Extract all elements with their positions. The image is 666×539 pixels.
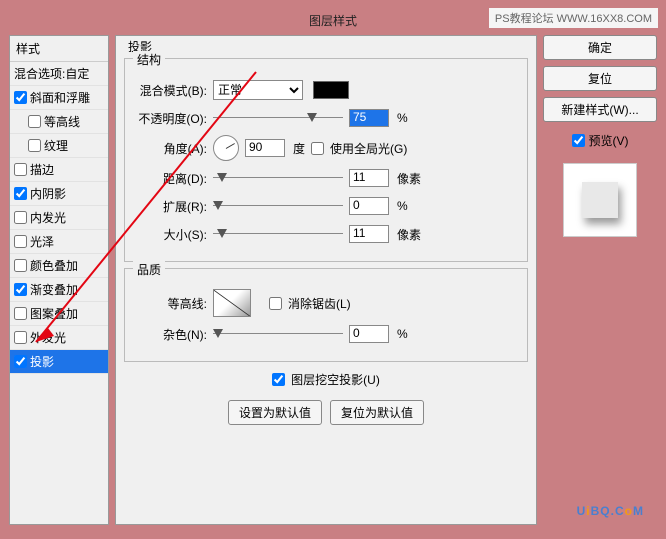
gradient-overlay-label: 渐变叠加 bbox=[30, 281, 78, 298]
noise-unit: % bbox=[397, 327, 408, 341]
opacity-unit: % bbox=[397, 111, 408, 125]
spread-slider[interactable] bbox=[213, 199, 343, 213]
texture-checkbox[interactable] bbox=[28, 139, 41, 152]
structure-title: 结构 bbox=[133, 51, 165, 68]
texture-label: 纹理 bbox=[44, 137, 68, 154]
blend-mode-label: 混合模式(B): bbox=[137, 82, 207, 99]
noise-input[interactable]: 0 bbox=[349, 325, 389, 343]
sidebar-item-drop-shadow[interactable]: 投影 bbox=[10, 350, 108, 374]
preview-checkbox[interactable] bbox=[572, 134, 585, 147]
size-label: 大小(S): bbox=[137, 226, 207, 243]
inner-shadow-label: 内阴影 bbox=[30, 185, 66, 202]
sidebar-item-inner-glow[interactable]: 内发光 bbox=[10, 206, 108, 230]
contour-q-label: 等高线: bbox=[137, 295, 207, 312]
distance-slider[interactable] bbox=[213, 171, 343, 185]
sidebar-item-texture[interactable]: 纹理 bbox=[10, 134, 108, 158]
antialias-label: 消除锯齿(L) bbox=[288, 295, 351, 312]
blend-mode-select[interactable]: 正常 bbox=[213, 80, 303, 100]
opacity-label: 不透明度(O): bbox=[137, 110, 207, 127]
satin-label: 光泽 bbox=[30, 233, 54, 250]
inner-shadow-checkbox[interactable] bbox=[14, 187, 27, 200]
contour-label: 等高线 bbox=[44, 113, 80, 130]
spread-input[interactable]: 0 bbox=[349, 197, 389, 215]
global-light-label: 使用全局光(G) bbox=[330, 140, 407, 157]
sidebar-item-inner-shadow[interactable]: 内阴影 bbox=[10, 182, 108, 206]
preview-swatch bbox=[582, 182, 618, 218]
pattern-overlay-label: 图案叠加 bbox=[30, 305, 78, 322]
noise-label: 杂色(N): bbox=[137, 326, 207, 343]
outer-glow-label: 外发光 bbox=[30, 329, 66, 346]
styles-sidebar: 样式 混合选项:自定 斜面和浮雕 等高线 纹理 描边 内阴影 内发光 光泽 颜色… bbox=[9, 35, 109, 525]
watermark-bottom: UiBQ.CoM bbox=[577, 495, 644, 521]
sidebar-item-outer-glow[interactable]: 外发光 bbox=[10, 326, 108, 350]
sidebar-item-satin[interactable]: 光泽 bbox=[10, 230, 108, 254]
opacity-input[interactable]: 75 bbox=[349, 109, 389, 127]
size-input[interactable]: 11 bbox=[349, 225, 389, 243]
stroke-label: 描边 bbox=[30, 161, 54, 178]
angle-label: 角度(A): bbox=[137, 140, 207, 157]
preview-label: 预览(V) bbox=[589, 132, 629, 149]
opacity-slider[interactable] bbox=[213, 111, 343, 125]
watermark-top: PS教程论坛 WWW.16XX8.COM bbox=[489, 8, 658, 28]
bevel-checkbox[interactable] bbox=[14, 91, 27, 104]
quality-section: 品质 等高线: 消除锯齿(L) 杂色(N): 0 % bbox=[124, 268, 528, 362]
size-slider[interactable] bbox=[213, 227, 343, 241]
contour-checkbox[interactable] bbox=[28, 115, 41, 128]
pattern-overlay-checkbox[interactable] bbox=[14, 307, 27, 320]
reset-default-button[interactable]: 复位为默认值 bbox=[330, 400, 424, 425]
size-unit: 像素 bbox=[397, 226, 421, 243]
noise-slider[interactable] bbox=[213, 327, 343, 341]
stroke-checkbox[interactable] bbox=[14, 163, 27, 176]
sidebar-item-stroke[interactable]: 描边 bbox=[10, 158, 108, 182]
sidebar-item-color-overlay[interactable]: 颜色叠加 bbox=[10, 254, 108, 278]
inner-glow-label: 内发光 bbox=[30, 209, 66, 226]
gradient-overlay-checkbox[interactable] bbox=[14, 283, 27, 296]
shadow-color-swatch[interactable] bbox=[313, 81, 349, 99]
drop-shadow-checkbox[interactable] bbox=[14, 355, 27, 368]
knockout-checkbox[interactable] bbox=[272, 373, 285, 386]
structure-section: 结构 混合模式(B): 正常 不透明度(O): 75 % 角度(A): 90 bbox=[124, 58, 528, 262]
main-panel: 投影 结构 混合模式(B): 正常 不透明度(O): 75 % 角度(A): bbox=[115, 35, 537, 525]
angle-unit: 度 bbox=[293, 140, 305, 157]
quality-title: 品质 bbox=[133, 261, 165, 278]
preview-box bbox=[563, 163, 637, 237]
sidebar-item-gradient-overlay[interactable]: 渐变叠加 bbox=[10, 278, 108, 302]
new-style-button[interactable]: 新建样式(W)... bbox=[543, 97, 657, 122]
bevel-label: 斜面和浮雕 bbox=[30, 89, 90, 106]
ok-button[interactable]: 确定 bbox=[543, 35, 657, 60]
sidebar-item-pattern-overlay[interactable]: 图案叠加 bbox=[10, 302, 108, 326]
distance-label: 距离(D): bbox=[137, 170, 207, 187]
distance-input[interactable]: 11 bbox=[349, 169, 389, 187]
knockout-label: 图层挖空投影(U) bbox=[291, 371, 380, 388]
drop-shadow-label: 投影 bbox=[30, 353, 54, 370]
angle-dial[interactable] bbox=[213, 135, 239, 161]
spread-label: 扩展(R): bbox=[137, 198, 207, 215]
make-default-button[interactable]: 设置为默认值 bbox=[228, 400, 322, 425]
color-overlay-label: 颜色叠加 bbox=[30, 257, 78, 274]
sidebar-header: 样式 bbox=[10, 36, 108, 62]
global-light-checkbox[interactable] bbox=[311, 142, 324, 155]
distance-unit: 像素 bbox=[397, 170, 421, 187]
sidebar-item-bevel[interactable]: 斜面和浮雕 bbox=[10, 86, 108, 110]
contour-picker[interactable] bbox=[213, 289, 251, 317]
angle-input[interactable]: 90 bbox=[245, 139, 285, 157]
satin-checkbox[interactable] bbox=[14, 235, 27, 248]
sidebar-item-contour[interactable]: 等高线 bbox=[10, 110, 108, 134]
antialias-checkbox[interactable] bbox=[269, 297, 282, 310]
outer-glow-checkbox[interactable] bbox=[14, 331, 27, 344]
color-overlay-checkbox[interactable] bbox=[14, 259, 27, 272]
right-panel: 确定 复位 新建样式(W)... 预览(V) bbox=[543, 35, 657, 525]
blend-options[interactable]: 混合选项:自定 bbox=[10, 62, 108, 86]
inner-glow-checkbox[interactable] bbox=[14, 211, 27, 224]
spread-unit: % bbox=[397, 199, 408, 213]
cancel-button[interactable]: 复位 bbox=[543, 66, 657, 91]
